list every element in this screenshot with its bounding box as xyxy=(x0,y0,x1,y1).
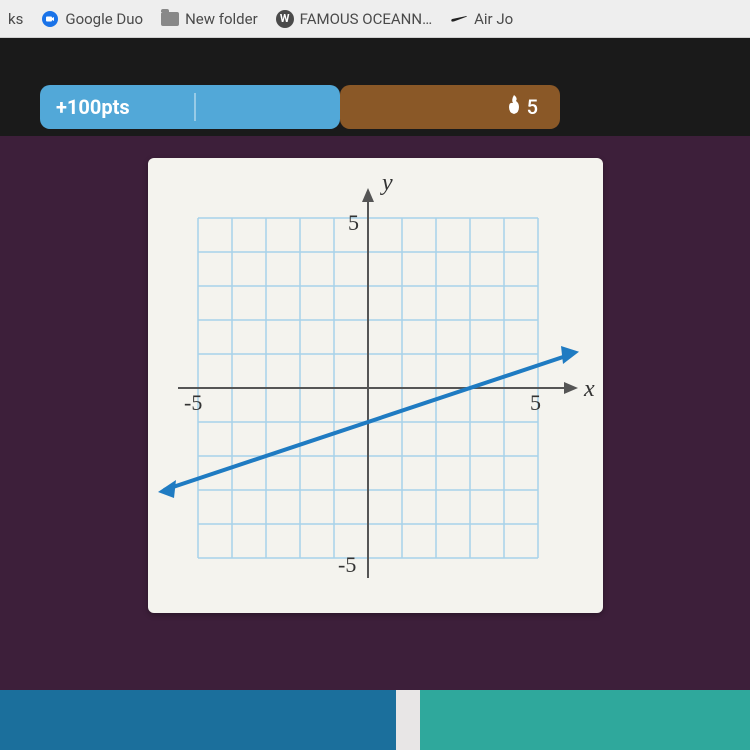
bookmark-air-jo[interactable]: Air Jo xyxy=(450,10,513,28)
bookmark-new-folder[interactable]: New folder xyxy=(161,10,258,28)
y-tick-pos: 5 xyxy=(348,210,359,235)
x-tick-pos: 5 xyxy=(530,390,541,415)
x-axis-label: x xyxy=(583,376,595,402)
folder-icon xyxy=(161,10,179,28)
points-pill[interactable]: +100pts xyxy=(40,85,340,129)
panel-blue[interactable] xyxy=(0,690,396,750)
bookmark-truncated: ks xyxy=(8,10,23,28)
divider xyxy=(194,93,196,121)
panel-teal[interactable] xyxy=(420,690,750,750)
content-area: y x 5 -5 -5 5 xyxy=(0,136,750,690)
bookmark-google-duo[interactable]: Google Duo xyxy=(41,10,143,28)
x-tick-neg: -5 xyxy=(184,390,202,415)
bottom-panels xyxy=(0,690,750,750)
y-axis-label: y xyxy=(380,170,393,196)
bookmark-label: Google Duo xyxy=(65,10,143,28)
coordinate-graph: y x 5 -5 -5 5 xyxy=(148,158,603,613)
streak-value: 5 xyxy=(527,95,538,119)
bookmark-label: New folder xyxy=(185,10,258,28)
dark-bar xyxy=(0,38,750,78)
google-duo-icon xyxy=(41,10,59,28)
points-label: +100pts xyxy=(56,95,130,119)
score-bar: +100pts 5 xyxy=(0,78,750,136)
streak-pill[interactable]: 5 xyxy=(340,85,560,129)
nike-swoosh-icon xyxy=(450,10,468,28)
bookmark-label: Air Jo xyxy=(474,10,513,28)
w-icon: W xyxy=(276,10,294,28)
flame-icon xyxy=(505,94,523,121)
bookmark-famous-oceann[interactable]: W FAMOUS OCEANN… xyxy=(276,10,432,28)
bookmark-label: FAMOUS OCEANN… xyxy=(300,10,432,28)
bookmarks-bar: ks Google Duo New folder W FAMOUS OCEANN… xyxy=(0,0,750,38)
graph-card: y x 5 -5 -5 5 xyxy=(148,158,603,613)
y-tick-neg: -5 xyxy=(338,552,356,577)
